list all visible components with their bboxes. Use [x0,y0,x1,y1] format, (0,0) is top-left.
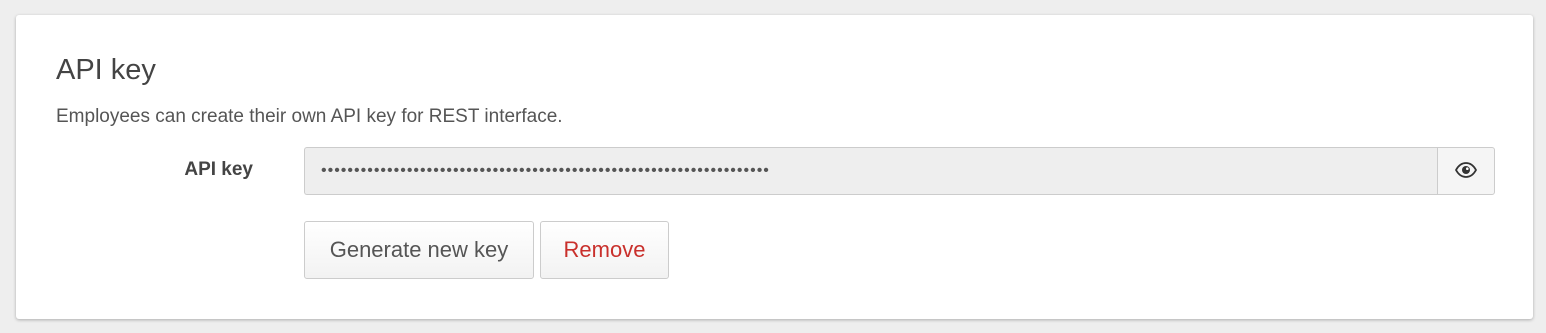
section-title: API key [56,54,156,86]
api-key-input[interactable] [304,147,1437,195]
api-key-input-group [304,147,1495,195]
api-key-label: API key [184,159,253,180]
section-description: Employees can create their own API key f… [56,106,563,127]
generate-new-key-button[interactable]: Generate new key [304,221,534,279]
show-key-button[interactable] [1437,147,1495,195]
eye-icon [1454,161,1478,181]
remove-key-button[interactable]: Remove [540,221,669,279]
api-key-panel: API key Employees can create their own A… [16,15,1533,319]
